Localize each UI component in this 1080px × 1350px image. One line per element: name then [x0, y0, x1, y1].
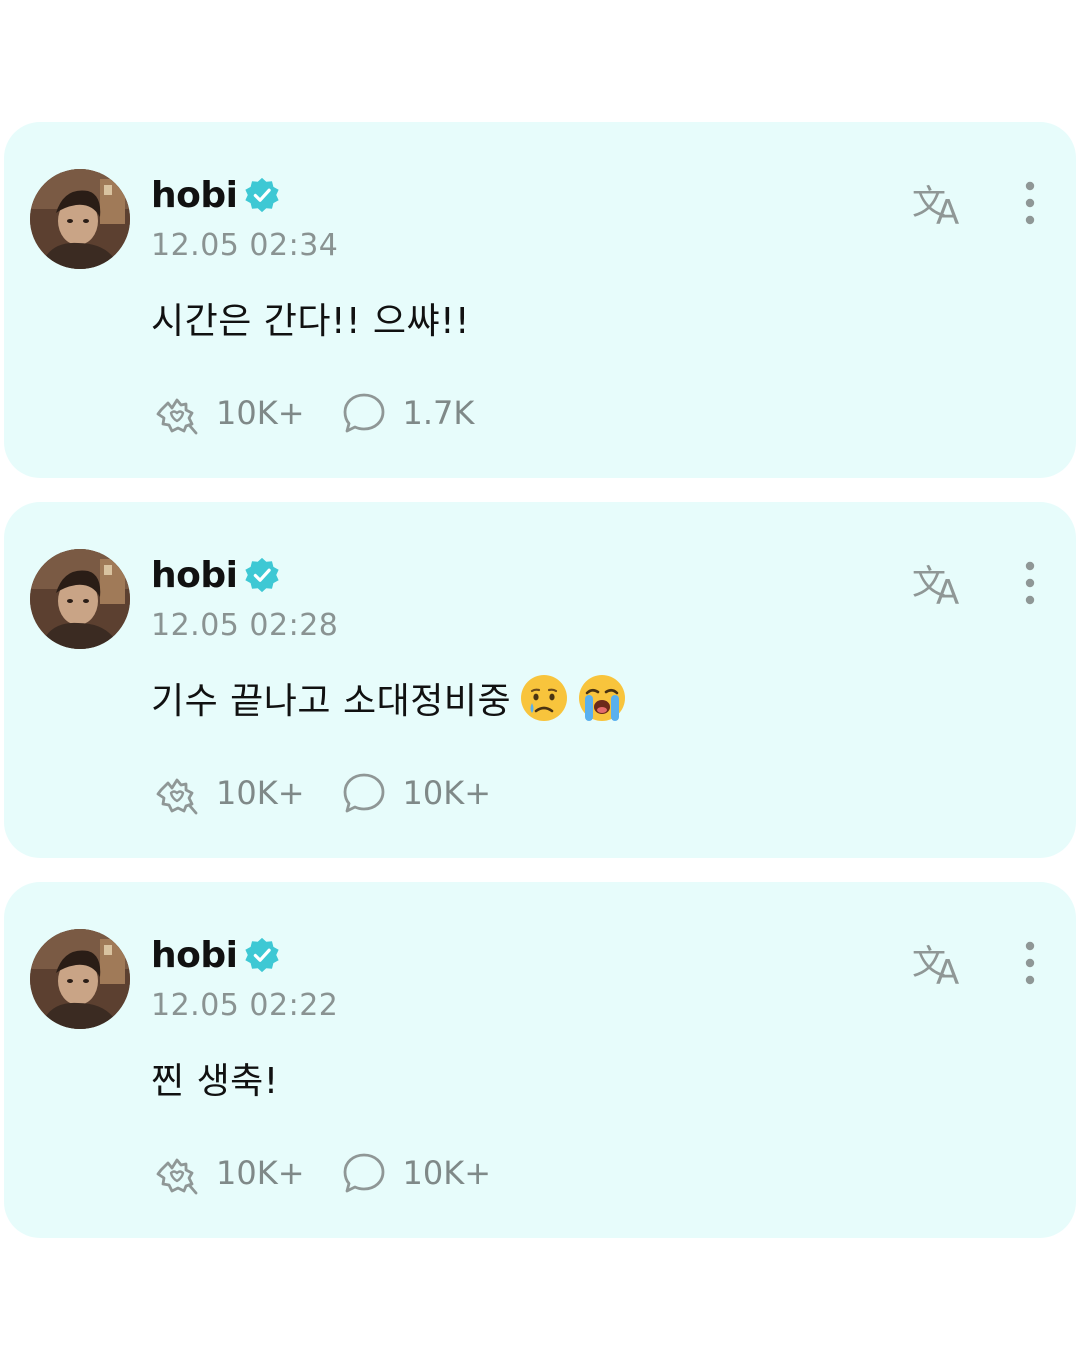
comment-icon: [339, 388, 389, 438]
verified-badge-icon: [243, 556, 281, 594]
comment-button[interactable]: 1.7K: [339, 388, 475, 438]
reaction-icon: [152, 1148, 202, 1198]
reaction-count: 10K+: [216, 1154, 305, 1192]
comment-count: 1.7K: [402, 394, 475, 432]
crying-face-emoji: [519, 673, 569, 723]
comment-count: 10K+: [402, 1154, 492, 1192]
translate-icon[interactable]: 文 A: [910, 938, 968, 988]
post-timestamp: 12.05 02:28: [151, 608, 339, 643]
reaction-icon: [152, 388, 202, 438]
comment-count: 10K+: [402, 774, 492, 812]
avatar[interactable]: [30, 549, 130, 649]
post-message-text: 시간은 간다!! 으쌰!!: [151, 301, 470, 342]
loudly-crying-face-emoji: [577, 673, 627, 723]
post-actions: 10K+ 1.7K: [152, 388, 508, 438]
svg-text:A: A: [936, 953, 959, 988]
author-row: hobi: [151, 550, 281, 600]
username[interactable]: hobi: [151, 935, 238, 976]
post-card[interactable]: hobi 12.05 02:34 시간은 간다!! 으쌰!! 文 A 10K+ …: [4, 122, 1076, 478]
verified-badge-icon: [243, 936, 281, 974]
post-actions: 10K+ 10K+: [152, 768, 525, 818]
comment-button[interactable]: 10K+: [339, 768, 492, 818]
post-actions: 10K+ 10K+: [152, 1148, 525, 1198]
reaction-count: 10K+: [216, 394, 305, 432]
avatar[interactable]: [30, 929, 130, 1029]
reaction-button[interactable]: 10K+: [152, 388, 305, 438]
username[interactable]: hobi: [151, 555, 238, 596]
author-row: hobi: [151, 170, 281, 220]
comment-icon: [339, 1148, 389, 1198]
avatar[interactable]: [30, 169, 130, 269]
verified-badge-icon: [243, 176, 281, 214]
post-feed: hobi 12.05 02:34 시간은 간다!! 으쌰!! 文 A 10K+ …: [4, 122, 1076, 1262]
comment-icon: [339, 768, 389, 818]
svg-text:A: A: [936, 573, 959, 608]
reaction-button[interactable]: 10K+: [152, 768, 305, 818]
more-vertical-icon[interactable]: [1012, 938, 1048, 988]
post-card[interactable]: hobi 12.05 02:22 찐 생축! 文 A 10K+ 10K+: [4, 882, 1076, 1238]
post-message: 찐 생축!: [151, 1052, 279, 1104]
post-card[interactable]: hobi 12.05 02:28 기수 끝나고 소대정비중 文 A 10K+ 1…: [4, 502, 1076, 858]
post-timestamp: 12.05 02:22: [151, 988, 339, 1023]
reaction-count: 10K+: [216, 774, 305, 812]
reaction-icon: [152, 768, 202, 818]
translate-icon[interactable]: 文 A: [910, 178, 968, 228]
post-message: 시간은 간다!! 으쌰!!: [151, 292, 470, 344]
reaction-button[interactable]: 10K+: [152, 1148, 305, 1198]
comment-button[interactable]: 10K+: [339, 1148, 492, 1198]
username[interactable]: hobi: [151, 175, 238, 216]
more-vertical-icon[interactable]: [1012, 178, 1048, 228]
translate-icon[interactable]: 文 A: [910, 558, 968, 608]
more-vertical-icon[interactable]: [1012, 558, 1048, 608]
post-timestamp: 12.05 02:34: [151, 228, 339, 263]
svg-text:A: A: [936, 193, 959, 228]
author-row: hobi: [151, 930, 281, 980]
post-message-text: 기수 끝나고 소대정비중: [151, 681, 512, 722]
post-message: 기수 끝나고 소대정비중: [151, 672, 627, 724]
post-message-text: 찐 생축!: [151, 1061, 279, 1102]
